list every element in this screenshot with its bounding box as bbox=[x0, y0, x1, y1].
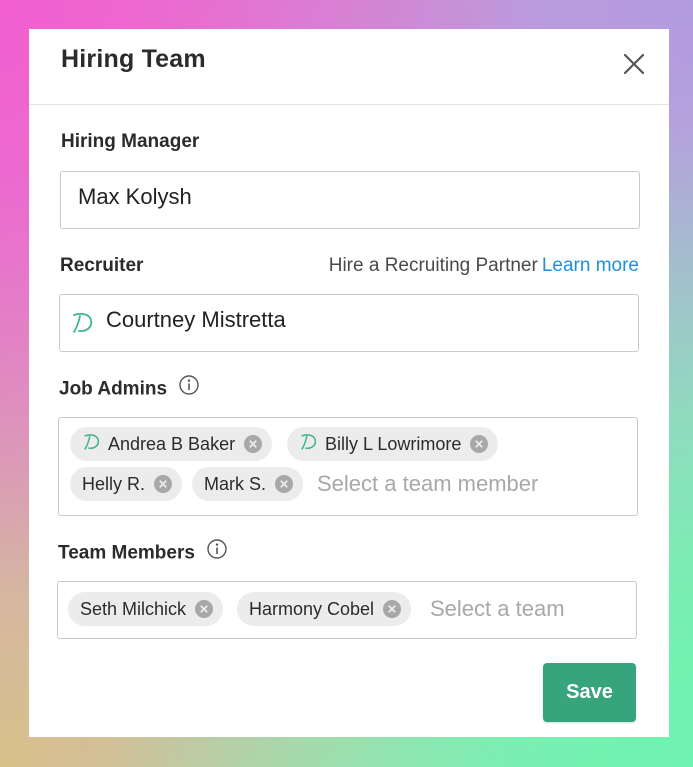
remove-chip-icon[interactable] bbox=[383, 600, 402, 618]
hiring-manager-input[interactable]: Max Kolysh bbox=[60, 171, 640, 229]
remove-chip-icon[interactable] bbox=[244, 435, 263, 453]
chip-label: Seth Milchick bbox=[80, 598, 187, 619]
hiring-manager-label: Hiring Manager bbox=[61, 131, 200, 152]
dover-logo-icon bbox=[70, 310, 96, 341]
close-button[interactable] bbox=[619, 49, 649, 79]
dialog-header: Hiring Team bbox=[29, 29, 669, 105]
team-member-chip: Harmony Cobel bbox=[237, 592, 412, 626]
job-admin-chip: Mark S. bbox=[192, 467, 304, 501]
job-admins-label: Job Admins bbox=[59, 374, 200, 402]
remove-chip-icon[interactable] bbox=[195, 600, 214, 618]
team-members-label: Team Members bbox=[58, 538, 228, 566]
recruiting-partner-label: Hire a Recruiting Partner bbox=[328, 255, 538, 276]
remove-chip-icon[interactable] bbox=[275, 475, 294, 493]
close-icon bbox=[623, 53, 645, 75]
recruiter-value: Courtney Mistretta bbox=[106, 307, 286, 332]
info-icon[interactable] bbox=[206, 538, 228, 566]
save-button[interactable]: Save bbox=[543, 663, 636, 722]
job-admins-label-text: Job Admins bbox=[59, 378, 168, 400]
recruiting-partner-text: Hire a Recruiting Partner Learn more bbox=[329, 255, 639, 277]
chip-label: Helly R. bbox=[82, 473, 146, 494]
chip-label: Mark S. bbox=[204, 473, 267, 494]
team-members-label-text: Team Members bbox=[58, 542, 195, 564]
hiring-manager-value: Max Kolysh bbox=[78, 184, 192, 209]
recruiter-label: Recruiter bbox=[60, 255, 144, 276]
chip-label: Andrea B Baker bbox=[108, 433, 236, 454]
dover-logo-icon bbox=[82, 432, 102, 457]
remove-chip-icon[interactable] bbox=[154, 475, 173, 493]
remove-chip-icon[interactable] bbox=[470, 435, 489, 453]
dialog-title: Hiring Team bbox=[61, 45, 206, 73]
chip-label: Harmony Cobel bbox=[249, 598, 375, 619]
team-member-chip: Seth Milchick bbox=[68, 592, 224, 626]
recruiter-input[interactable]: Courtney Mistretta bbox=[59, 294, 639, 352]
hiring-team-dialog: Hiring Team Hiring Manager Max Kolysh Re… bbox=[29, 29, 669, 737]
team-members-input[interactable]: Seth Milchick Harmony Cobel Select a tea… bbox=[57, 581, 637, 639]
team-members-placeholder: Select a team bbox=[430, 596, 565, 621]
learn-more-link[interactable]: Learn more bbox=[542, 255, 639, 276]
job-admin-chip: Helly R. bbox=[70, 467, 183, 501]
job-admin-chip: Billy L Lowrimore bbox=[287, 427, 499, 461]
job-admins-placeholder: Select a team member bbox=[317, 471, 539, 496]
info-icon[interactable] bbox=[178, 374, 200, 402]
dover-logo-icon bbox=[299, 432, 319, 457]
chip-label: Billy L Lowrimore bbox=[325, 433, 462, 454]
job-admins-input[interactable]: Andrea B Baker Billy L Lowrimore Helly R… bbox=[58, 417, 638, 516]
job-admin-chip: Andrea B Baker bbox=[70, 427, 273, 461]
